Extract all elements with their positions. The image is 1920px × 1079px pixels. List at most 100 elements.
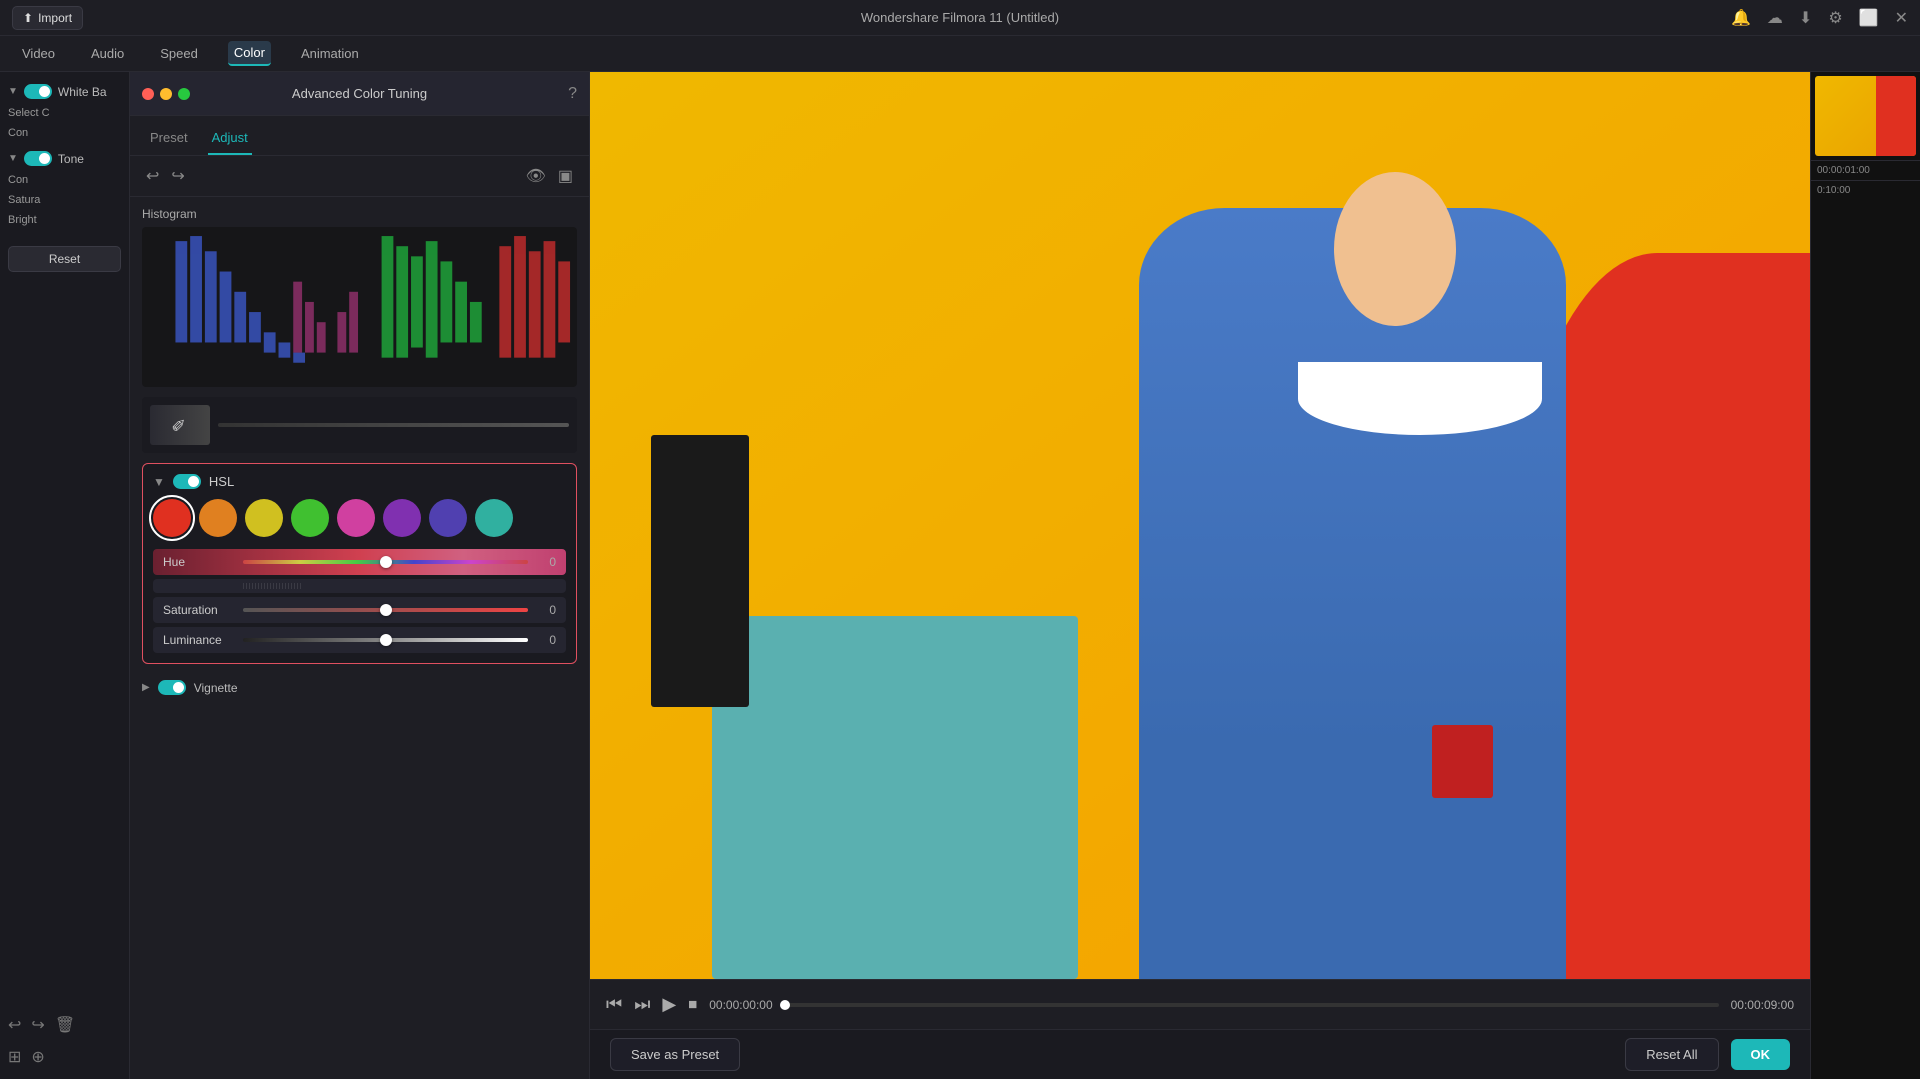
window-icon[interactable]: ⬜ [1859,8,1879,28]
icon-row-2: ⊞ ⊕ [8,1047,121,1067]
brush-section: ✏ [142,397,577,453]
video-controls: ⏮ ⏭ ▶ ⏹ 00:00:00:00 00:00:09:00 [590,979,1810,1029]
select-color-label: Select C [8,107,121,119]
hue-slider-row: Hue 0 [153,549,566,575]
luminance-label: Luminance [163,633,235,647]
menu-bar: Video Audio Speed Color Animation [0,36,1920,72]
delete-icon[interactable]: 🗑 [55,1015,75,1035]
progress-track[interactable] [785,1003,1719,1007]
luminance-slider-row: Luminance 0 [153,627,566,653]
color-circle-yellow[interactable] [245,499,283,537]
white-balance-section: ▼ White Ba Select C Con [8,84,121,139]
vignette-toggle[interactable] [158,680,186,695]
hue-slider[interactable] [243,560,528,564]
tone-label: Tone [58,152,84,166]
person-head [1334,172,1456,326]
menu-video[interactable]: Video [16,42,61,65]
tone-toggle[interactable] [24,151,52,166]
skip-back-button[interactable]: ⏮ [606,994,622,1015]
histogram-title: Histogram [142,207,577,221]
color-circle-blue-purple[interactable] [429,499,467,537]
timeline-strip: 00:00:01:00 0:10:00 [1810,72,1920,1079]
notifications-icon[interactable]: 🔔 [1731,8,1751,28]
help-icon[interactable]: ? [568,85,577,103]
redo-icon[interactable]: ↪ [31,1015,44,1035]
white-balance-toggle[interactable] [24,84,52,99]
cloud-icon[interactable]: ☁ [1767,8,1783,28]
menu-speed[interactable]: Speed [154,42,204,65]
tab-adjust[interactable]: Adjust [208,124,252,155]
color-circle-pink[interactable] [337,499,375,537]
saturation-label: Satura [8,194,121,206]
tab-preset[interactable]: Preset [146,124,192,155]
back-icon[interactable]: ↩ [146,166,159,186]
tone-expand-icon[interactable]: ▼ [8,153,18,164]
timeline-time-1: 00:00:01:00 [1811,161,1920,180]
panel-header-right: ? [568,85,577,103]
person-collar [1298,362,1542,435]
panel-title: Advanced Color Tuning [292,86,427,101]
left-bottom-icons: ↩ ↪ 🗑 ⊞ ⊕ [8,1015,121,1067]
white-balance-expand-icon[interactable]: ▼ [8,86,18,97]
download-icon[interactable]: ⬇ [1799,8,1812,28]
video-content [590,72,1810,979]
maximize-button[interactable] [178,88,190,100]
right-area: ⏮ ⏭ ▶ ⏹ 00:00:00:00 00:00:09:00 Save as … [590,72,1810,1079]
compare-icon[interactable]: ▣ [558,166,573,186]
paste-icon[interactable]: ⊕ [31,1047,44,1067]
histogram-container [142,227,577,387]
brush-preview: ✏ [150,405,210,445]
luminance-slider[interactable] [243,638,528,642]
saturation-slider-row: Saturation 0 [153,597,566,623]
hsl-toggle[interactable] [173,474,201,489]
tick-marks [243,581,556,591]
import-icon: ⬆ [23,11,33,25]
brush-icon: ✏ [167,412,193,438]
vignette-expand-icon[interactable]: ▶ [142,682,150,693]
saturation-slider[interactable] [243,608,528,612]
current-time: 00:00:00:00 [709,998,772,1012]
play-button[interactable]: ▶ [662,994,676,1015]
stop-button[interactable]: ⏹ [688,994,697,1015]
panel-header: Advanced Color Tuning ? [130,72,589,116]
color-circle-red[interactable] [153,499,191,537]
right-actions: Reset All OK [1625,1038,1790,1071]
hue-value: 0 [536,555,556,569]
color-circle-green[interactable] [291,499,329,537]
brightness-label: Bright [8,214,121,226]
close-button[interactable] [142,88,154,100]
left-panel: ▼ White Ba Select C Con ▼ Tone Con Satur… [0,72,130,1079]
color-circle-orange[interactable] [199,499,237,537]
reset-button[interactable]: Reset [8,246,121,272]
hsl-expand-icon[interactable]: ▼ [153,475,165,489]
ok-button[interactable]: OK [1731,1039,1791,1070]
video-black-rect [651,435,749,707]
menu-color[interactable]: Color [228,41,271,66]
step-back-button[interactable]: ⏭ [634,994,650,1015]
color-circle-purple[interactable] [383,499,421,537]
save-preset-button[interactable]: Save as Preset [610,1038,740,1071]
color-circle-teal[interactable] [475,499,513,537]
white-balance-label: White Ba [58,85,107,99]
undo-icon[interactable]: ↩ [8,1015,21,1035]
vignette-label: Vignette [194,681,238,695]
video-preview [590,72,1810,979]
panel-toolbar: ↩ ↪ 👁 ▣ [130,156,589,197]
minimize-button[interactable] [160,88,172,100]
hue-label: Hue [163,555,235,569]
window-controls [142,88,190,100]
eye-icon[interactable]: 👁 [526,166,546,186]
reset-all-button[interactable]: Reset All [1625,1038,1718,1071]
temperature-label: Con [8,127,121,139]
menu-animation[interactable]: Animation [295,42,365,65]
copy-icon[interactable]: ⊞ [8,1047,21,1067]
menu-audio[interactable]: Audio [85,42,130,65]
import-button[interactable]: ⬆ Import [12,6,83,30]
red-mug [1432,725,1493,798]
vignette-section: ▶ Vignette [142,674,577,701]
forward-icon[interactable]: ↪ [171,166,184,186]
close-icon[interactable]: ✕ [1895,8,1908,28]
tick-marks-row [153,579,566,593]
settings-icon[interactable]: ⚙ [1828,8,1842,28]
bottom-controls: Save as Preset Reset All OK [590,1029,1810,1079]
